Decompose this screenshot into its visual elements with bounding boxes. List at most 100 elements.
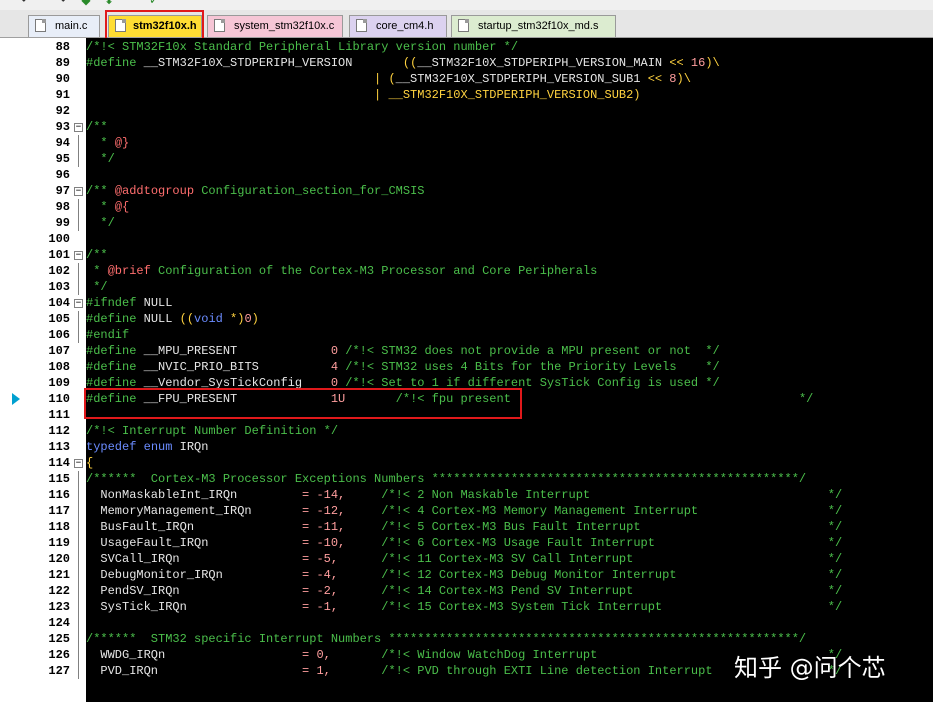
fold-toggle-icon[interactable]: − xyxy=(74,459,83,468)
fold-guide xyxy=(78,279,79,295)
code-line[interactable]: #endif xyxy=(86,327,129,343)
code-line[interactable]: MemoryManagement_IRQn = -12, /*!< 4 Cort… xyxy=(86,503,842,519)
code-line[interactable]: | (__STM32F10X_STDPERIPH_VERSION_SUB1 <<… xyxy=(86,71,691,87)
code-token: /*!< 12 Cortex-M3 Debug Monitor Interrup… xyxy=(338,568,843,582)
code-token: DebugMonitor_IRQn xyxy=(86,568,303,582)
line-number: 102 xyxy=(48,264,70,278)
code-line[interactable]: BusFault_IRQn = -11, /*!< 5 Cortex-M3 Bu… xyxy=(86,519,842,535)
line-number: 105 xyxy=(48,312,70,326)
code-line[interactable]: #define __FPU_PRESENT 1U /*!< fpu presen… xyxy=(86,391,813,407)
code-line[interactable]: #define __Vendor_SysTickConfig 0 /*!< Se… xyxy=(86,375,720,391)
code-line[interactable]: { xyxy=(86,455,93,471)
fold-toggle-icon[interactable]: − xyxy=(74,187,83,196)
redo-icon[interactable]: ↷ xyxy=(55,0,67,6)
code-token: Configuration of the Cortex-M3 Processor… xyxy=(150,264,598,278)
fold-guide xyxy=(78,263,79,279)
code-token: */ xyxy=(86,280,108,294)
code-line[interactable]: SVCall_IRQn = -5, /*!< 11 Cortex-M3 SV C… xyxy=(86,551,842,567)
line-number: 98 xyxy=(55,200,70,214)
code-line[interactable]: #define __MPU_PRESENT 0 /*!< STM32 does … xyxy=(86,343,720,359)
code-line[interactable]: PendSV_IRQn = -2, /*!< 14 Cortex-M3 Pend… xyxy=(86,583,842,599)
code-token: = -12, xyxy=(302,504,346,518)
fold-toggle-icon[interactable]: − xyxy=(74,123,83,132)
code-line[interactable]: NonMaskableInt_IRQn = -14, /*!< 2 Non Ma… xyxy=(86,487,842,503)
line-number: 95 xyxy=(55,152,70,166)
line-number: 123 xyxy=(48,600,70,614)
file-icon xyxy=(214,19,225,32)
code-token: = -11, xyxy=(302,520,346,534)
code-token: ) xyxy=(251,312,259,326)
code-line[interactable]: WWDG_IRQn = 0, /*!< Window WatchDog Inte… xyxy=(86,647,842,663)
code-line[interactable]: * @} xyxy=(86,135,129,151)
build-icon[interactable]: ◆ xyxy=(80,0,92,6)
code-line[interactable]: /*!< Interrupt Number Definition */ xyxy=(86,423,338,439)
line-number: 88 xyxy=(55,40,70,54)
code-editor[interactable]: 88 89 90 91 92 93−94 95 96 97−98 99 100 101−102 103 1… xyxy=(0,38,933,702)
code-token: __STM32F10X_STDPERIPH_VERSION_SUB2) xyxy=(381,88,641,102)
code-line[interactable]: /*!< STM32F10x Standard Peripheral Libra… xyxy=(86,39,518,55)
code-line[interactable]: SysTick_IRQn = -1, /*!< 15 Cortex-M3 Sys… xyxy=(86,599,842,615)
tab-label: stm32f10x.h xyxy=(133,20,197,32)
watermark: 知乎 @问个芯 xyxy=(734,654,886,682)
code-line[interactable]: #define __STM32F10X_STDPERIPH_VERSION ((… xyxy=(86,55,720,71)
code-token: << xyxy=(669,56,684,70)
code-line[interactable]: PVD_IRQn = 1, /*!< PVD through EXTI Line… xyxy=(86,663,842,679)
undo-icon[interactable]: ↶ xyxy=(20,0,32,6)
code-token: MemoryManagement_IRQn xyxy=(86,504,303,518)
tab-label: core_cm4.h xyxy=(376,20,434,32)
tab-startup-stm32f10x-md-s[interactable]: startup_stm32f10x_md.s xyxy=(451,15,616,37)
code-line[interactable]: /****** Cortex-M3 Processor Exceptions N… xyxy=(86,471,806,487)
code-line[interactable]: */ xyxy=(86,279,108,295)
code-line[interactable]: */ xyxy=(86,215,114,231)
code-line[interactable]: /****** STM32 specific Interrupt Numbers… xyxy=(86,631,806,647)
file-icon xyxy=(35,19,46,32)
fold-toggle-icon[interactable]: − xyxy=(74,251,83,260)
code-token: /*!< 2 Non Maskable Interrupt */ xyxy=(345,488,843,502)
code-token: WWDG_IRQn xyxy=(86,648,303,662)
code-token: */ xyxy=(86,152,115,166)
code-token: /*!< 15 Cortex-M3 System Tick Interrupt … xyxy=(338,600,843,614)
code-token: = -2, xyxy=(302,584,339,598)
download-icon[interactable]: ⬇ xyxy=(103,0,115,6)
code-line[interactable]: #define __NVIC_PRIO_BITS 4 /*!< STM32 us… xyxy=(86,359,720,375)
current-line-arrow-icon xyxy=(12,393,20,405)
code-line[interactable]: UsageFault_IRQn = -10, /*!< 6 Cortex-M3 … xyxy=(86,535,842,551)
code-line[interactable]: #define NULL ((void *)0) xyxy=(86,311,259,327)
line-number: 117 xyxy=(48,504,70,518)
tab-main-c[interactable]: main.c xyxy=(28,15,100,37)
tab-stm32f10x-h[interactable]: stm32f10x.h xyxy=(108,15,202,37)
code-line[interactable]: */ xyxy=(86,151,115,167)
code-token: = 0, xyxy=(302,648,331,662)
code-line[interactable]: * @brief Configuration of the Cortex-M3 … xyxy=(86,263,597,279)
tab-system-stm32f10x-c[interactable]: system_stm32f10x.c xyxy=(207,15,343,37)
code-token: enum xyxy=(143,440,173,454)
code-token: * xyxy=(222,312,238,326)
code-token: typedef xyxy=(86,440,137,454)
code-token: Configuration_section_for_CMSIS xyxy=(194,184,425,198)
line-number: 90 xyxy=(55,72,70,86)
line-number: 97 xyxy=(55,184,70,198)
code-token: __MPU_PRESENT xyxy=(136,344,331,358)
line-number: 93 xyxy=(55,120,70,134)
tab-core-cm4-h[interactable]: core_cm4.h xyxy=(349,15,447,37)
line-number: 121 xyxy=(48,568,70,582)
line-number: 126 xyxy=(48,648,70,662)
line-number: 118 xyxy=(48,520,70,534)
code-line[interactable]: DebugMonitor_IRQn = -4, /*!< 12 Cortex-M… xyxy=(86,567,842,583)
code-line[interactable]: | __STM32F10X_STDPERIPH_VERSION_SUB2) xyxy=(86,87,641,103)
fold-guide xyxy=(78,599,79,615)
line-number: 124 xyxy=(48,616,70,630)
fold-toggle-icon[interactable]: − xyxy=(74,299,83,308)
code-line[interactable]: typedef enum IRQn xyxy=(86,439,208,455)
line-number: 110 xyxy=(48,392,70,406)
code-line[interactable]: /** @addtogroup Configuration_section_fo… xyxy=(86,183,424,199)
code-area[interactable]: /*!< STM32F10x Standard Peripheral Libra… xyxy=(86,38,933,702)
code-token: = 1, xyxy=(302,664,331,678)
code-line[interactable]: /** xyxy=(86,119,108,135)
code-line[interactable]: * @{ xyxy=(86,199,129,215)
tab-label: startup_stm32f10x_md.s xyxy=(478,20,599,32)
code-line[interactable]: /** xyxy=(86,247,108,263)
code-line[interactable]: #ifndef NULL xyxy=(86,295,172,311)
debug-icon[interactable]: ✓ xyxy=(148,0,160,6)
